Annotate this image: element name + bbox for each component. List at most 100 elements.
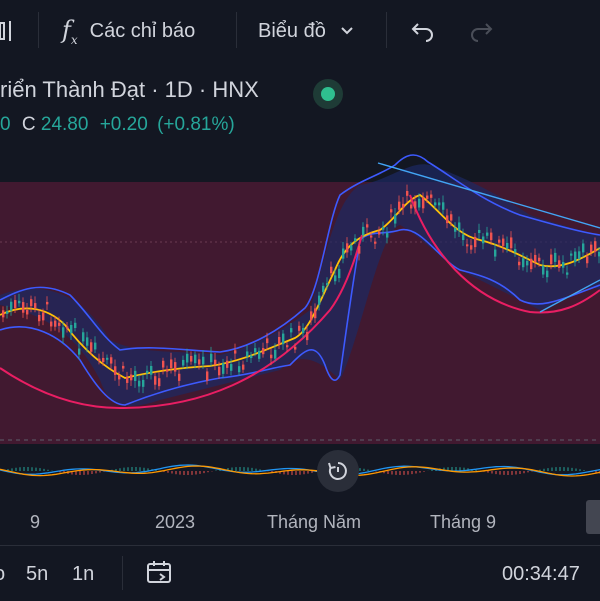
candle-body xyxy=(254,348,257,353)
range-5y-button[interactable]: 5n xyxy=(26,563,48,586)
candle-body xyxy=(302,328,305,333)
candle-body xyxy=(578,251,581,259)
price-chart[interactable] xyxy=(0,140,600,510)
candle-body xyxy=(282,333,285,345)
candle-body xyxy=(98,358,101,362)
candle-body xyxy=(430,194,433,198)
candle-body xyxy=(338,268,341,279)
candle-body xyxy=(506,242,509,249)
candle-body xyxy=(410,204,413,209)
bottom-bar: o 5n 1n 00:34:47 xyxy=(0,545,600,601)
candle-body xyxy=(194,354,197,364)
candle-body xyxy=(74,322,77,329)
change-percent: (+0.81%) xyxy=(157,114,235,135)
date-range-button[interactable] xyxy=(146,560,174,591)
candle-body xyxy=(518,261,521,266)
candle-body xyxy=(318,295,321,305)
candle-body xyxy=(186,353,189,363)
candle-body xyxy=(458,222,461,231)
candle-body xyxy=(198,359,201,365)
candle-body xyxy=(498,239,501,243)
top-toolbar: fx Các chỉ báo Biểu đồ xyxy=(0,0,600,62)
candle-body xyxy=(54,320,57,327)
chevron-down-icon xyxy=(341,27,353,35)
candle-body xyxy=(490,232,493,241)
candle-body xyxy=(418,198,421,208)
candle-body xyxy=(130,374,133,381)
candle-body xyxy=(426,195,429,199)
redo-button[interactable] xyxy=(468,14,494,48)
candle-body xyxy=(134,370,137,381)
candle-body xyxy=(326,283,329,286)
candle-body xyxy=(202,356,205,365)
clock-display[interactable]: 00:34:47 xyxy=(502,563,580,586)
candle-body xyxy=(226,360,229,368)
time-axis-scroll-handle[interactable] xyxy=(586,500,600,534)
candle-body xyxy=(402,203,405,209)
symbol-title[interactable]: riển Thành Đạt · 1D · HNX xyxy=(0,77,259,103)
candle-body xyxy=(242,364,245,370)
candle-body xyxy=(138,380,141,387)
redo-icon xyxy=(471,23,493,42)
candle-body xyxy=(86,337,89,346)
ohlc-legend: 0 C 24.80 +0.20 (+0.81%) xyxy=(0,114,235,136)
candle-body xyxy=(174,362,177,372)
range-1y-button[interactable]: 1n xyxy=(72,563,94,586)
candle-body xyxy=(398,201,401,210)
candle-body xyxy=(334,275,337,282)
candle-body xyxy=(362,226,365,236)
candle-body xyxy=(262,348,265,355)
candle-body xyxy=(78,348,81,355)
candle-body xyxy=(222,363,225,374)
candle-body xyxy=(446,215,449,224)
candle-body xyxy=(406,190,409,196)
candle-body xyxy=(142,379,145,387)
candle-body xyxy=(310,311,313,321)
candle-body xyxy=(378,231,381,235)
candle-body xyxy=(386,232,389,238)
candle-body xyxy=(494,249,497,257)
candle-body xyxy=(526,260,529,266)
candle-body xyxy=(182,359,185,366)
replay-button[interactable] xyxy=(317,450,359,492)
status-dot-icon[interactable] xyxy=(313,79,343,109)
change-value: +0.20 xyxy=(99,114,148,135)
candle-body xyxy=(454,227,457,232)
undo-button[interactable] xyxy=(410,14,436,48)
candle-body xyxy=(50,321,53,327)
candle-body xyxy=(414,201,417,209)
candle-body xyxy=(542,265,545,275)
candle-body xyxy=(178,373,181,381)
time-axis-label: Tháng 9 xyxy=(430,512,497,532)
candle-body xyxy=(478,229,481,234)
candle-body xyxy=(114,366,117,375)
candle-body xyxy=(350,245,353,251)
candle-body xyxy=(450,214,453,221)
chart-type-button[interactable]: Biểu đồ xyxy=(258,14,354,48)
candle-body xyxy=(238,366,241,373)
candle-body xyxy=(294,346,297,350)
candle-body xyxy=(230,364,233,371)
candle-body xyxy=(258,350,261,359)
layout-icon[interactable] xyxy=(0,14,14,48)
candle-body xyxy=(2,310,5,318)
candle-body xyxy=(374,241,377,244)
candle-body xyxy=(358,246,361,254)
candle-body xyxy=(58,322,61,326)
candle-body xyxy=(354,238,357,242)
candle-body xyxy=(538,257,541,262)
candle-body xyxy=(594,241,597,252)
calendar-range-icon xyxy=(147,561,171,583)
candle-body xyxy=(26,309,29,315)
range-partial[interactable]: o xyxy=(0,563,5,586)
oscillator-pane xyxy=(0,464,600,477)
candle-body xyxy=(110,357,113,364)
candle-body xyxy=(90,342,93,352)
candle-body xyxy=(566,272,569,275)
candle-body xyxy=(522,258,525,268)
indicators-button[interactable]: fx Các chỉ báo xyxy=(62,14,195,48)
candle-body xyxy=(158,378,161,387)
candle-body xyxy=(514,249,517,253)
time-axis-label: 9 xyxy=(30,512,41,532)
toolbar-divider xyxy=(38,12,39,48)
